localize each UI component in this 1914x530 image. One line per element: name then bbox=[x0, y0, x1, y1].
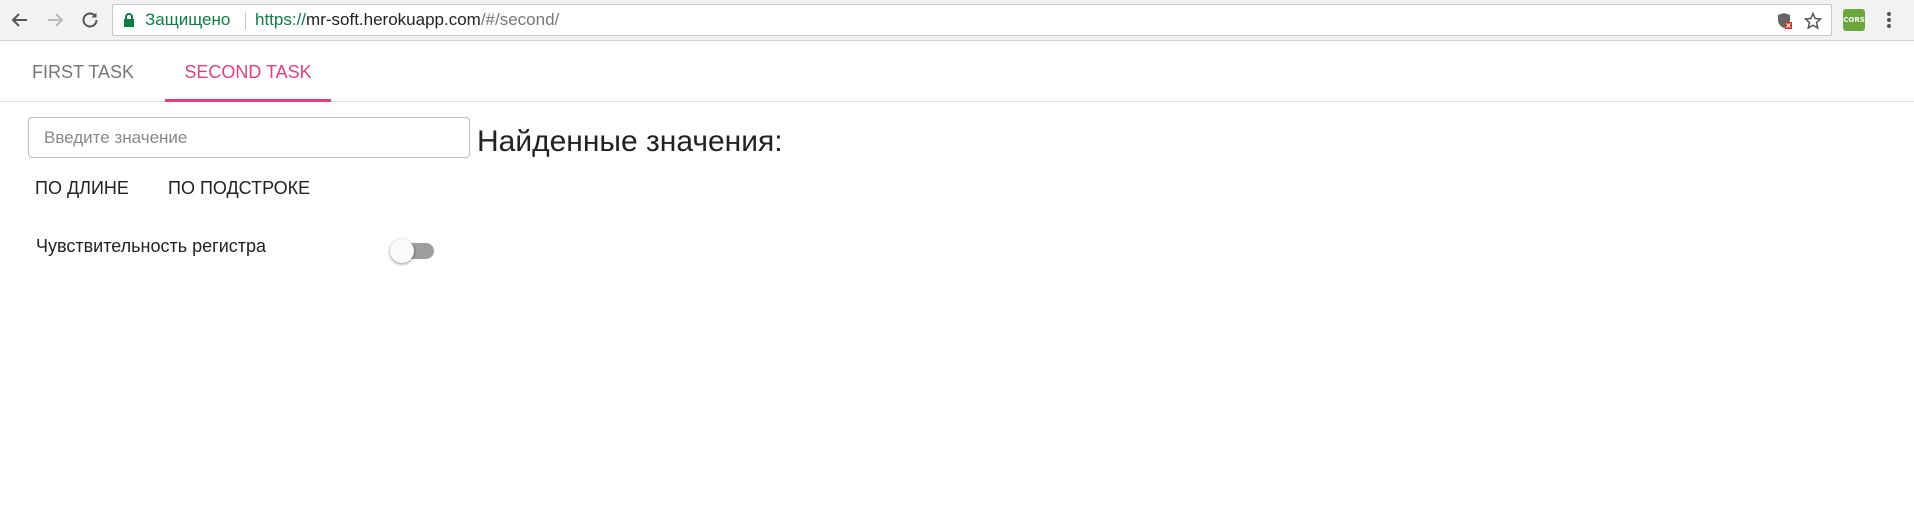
tab-first-task[interactable]: FIRST TASK bbox=[18, 41, 148, 101]
reload-button[interactable] bbox=[77, 7, 103, 33]
tab-second-task[interactable]: SECOND TASK bbox=[165, 41, 331, 102]
back-button[interactable] bbox=[7, 7, 33, 33]
url-text: https://mr-soft.herokuapp.com/#/second/ bbox=[255, 5, 559, 35]
cors-extension-icon[interactable]: CORS bbox=[1843, 9, 1865, 31]
lock-icon bbox=[124, 13, 134, 27]
case-sensitivity-toggle[interactable] bbox=[390, 237, 436, 263]
browser-toolbar: Защищено https://mr-soft.herokuapp.com/#… bbox=[0, 0, 1914, 41]
secure-label: Защищено bbox=[145, 10, 231, 29]
forward-arrow-icon bbox=[48, 13, 64, 27]
bookmark-star-icon[interactable] bbox=[1803, 11, 1823, 31]
search-by-substring-button[interactable]: ПО ПОДСТРОКЕ bbox=[168, 172, 310, 204]
shield-blocked-icon[interactable] bbox=[1775, 11, 1795, 31]
back-arrow-icon bbox=[11, 13, 27, 27]
toggle-thumb bbox=[390, 239, 414, 263]
found-values-heading: Найденные значения: bbox=[477, 125, 783, 158]
reload-icon bbox=[82, 12, 98, 28]
forward-button[interactable] bbox=[42, 7, 68, 33]
address-bar[interactable]: Защищено https://mr-soft.herokuapp.com/#… bbox=[112, 4, 1832, 36]
sort-by-length-button[interactable]: ПО ДЛИНЕ bbox=[35, 172, 129, 204]
search-input[interactable] bbox=[28, 117, 470, 158]
url-path: /#/second/ bbox=[480, 10, 560, 29]
browser-menu-icon[interactable] bbox=[1882, 8, 1896, 32]
case-sensitivity-label: Чувствительность регистра bbox=[36, 236, 267, 256]
task-tabs: FIRST TASK SECOND TASK bbox=[0, 41, 1914, 102]
address-separator bbox=[245, 12, 246, 30]
url-protocol: https:// bbox=[255, 10, 307, 29]
url-host: mr-soft.herokuapp.com bbox=[306, 10, 481, 29]
